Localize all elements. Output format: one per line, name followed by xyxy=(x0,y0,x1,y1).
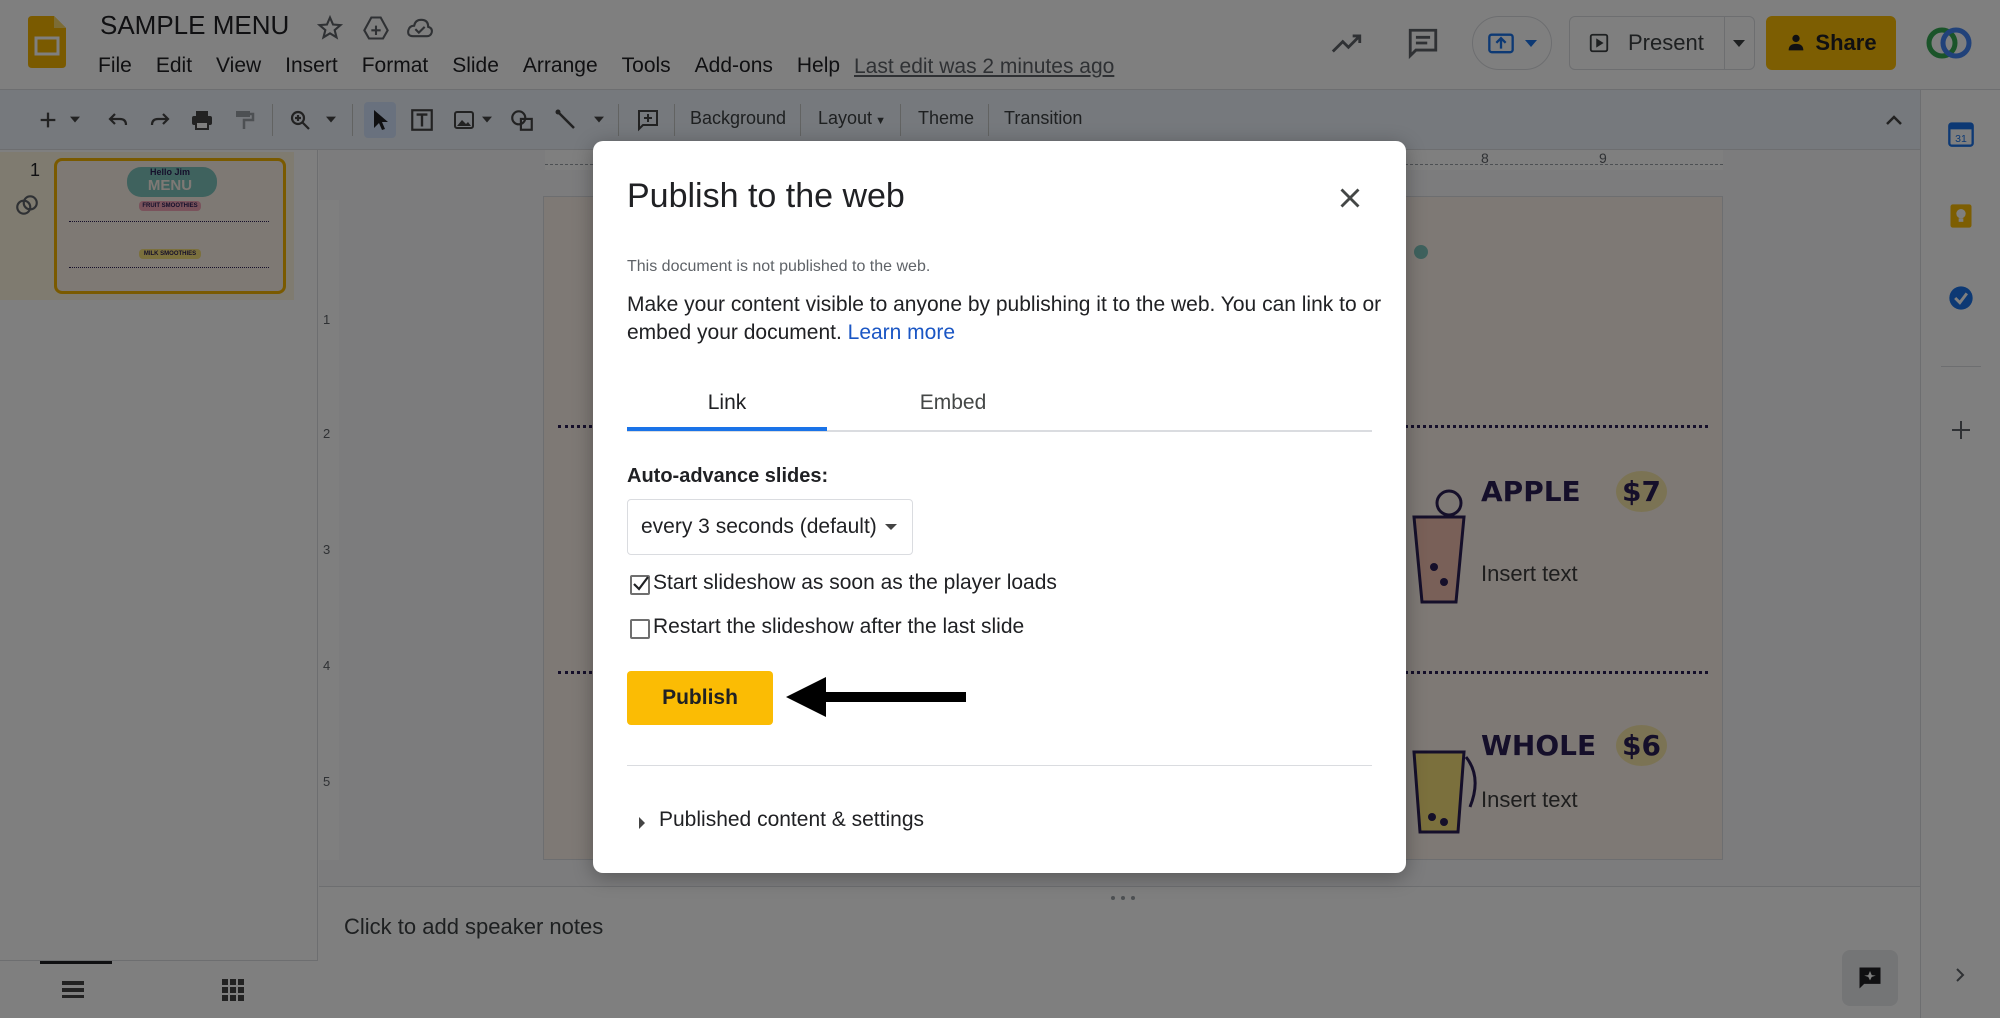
close-icon[interactable] xyxy=(1333,181,1367,215)
published-settings-toggle[interactable]: Published content & settings xyxy=(659,808,924,832)
description-text: Make your content visible to anyone by p… xyxy=(627,293,1382,344)
restart-slideshow-checkbox[interactable] xyxy=(630,619,650,639)
start-slideshow-label[interactable]: Start slideshow as soon as the player lo… xyxy=(653,571,1057,595)
learn-more-link[interactable]: Learn more xyxy=(848,321,955,344)
section-divider xyxy=(627,765,1372,766)
restart-slideshow-label[interactable]: Restart the slideshow after the last sli… xyxy=(653,615,1024,639)
tab-link[interactable]: Link xyxy=(627,391,827,431)
publish-status-text: This document is not published to the we… xyxy=(627,258,931,275)
expand-triangle-icon[interactable] xyxy=(639,817,645,829)
active-tab-indicator xyxy=(627,427,827,431)
publish-button[interactable]: Publish xyxy=(627,671,773,725)
publish-to-web-dialog: Publish to the web This document is not … xyxy=(593,141,1406,873)
tab-embed[interactable]: Embed xyxy=(853,391,1053,431)
auto-advance-label: Auto-advance slides: xyxy=(627,465,829,487)
auto-advance-select[interactable]: every 3 seconds (default) xyxy=(627,499,913,555)
checkmark-icon xyxy=(633,576,649,591)
start-slideshow-checkbox[interactable] xyxy=(630,575,650,595)
dropdown-arrow-icon xyxy=(885,524,897,530)
publish-description: Make your content visible to anyone by p… xyxy=(627,291,1387,347)
pointer-arrow-icon xyxy=(786,677,966,717)
dialog-title: Publish to the web xyxy=(627,177,905,215)
